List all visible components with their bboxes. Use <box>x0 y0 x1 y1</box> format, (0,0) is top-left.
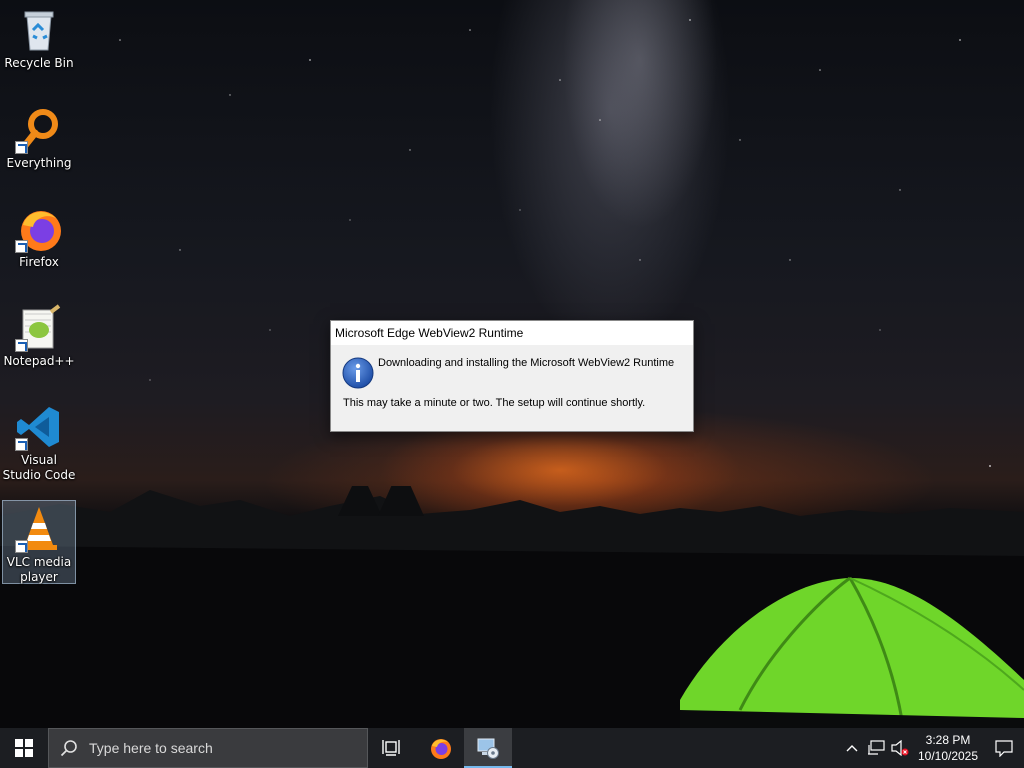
search-icon <box>49 739 89 757</box>
desktop-icon-label: Visual Studio Code <box>2 453 76 482</box>
dialog-body: Downloading and installing the Microsoft… <box>331 345 693 431</box>
desktop-icon-label: Notepad++ <box>3 354 75 368</box>
notifications-icon <box>995 740 1013 757</box>
taskbar: Type here to search 3:28 PM 10/10/2025 <box>0 728 1024 768</box>
firefox-icon <box>431 739 451 759</box>
desktop-icon-label: VLC media player <box>6 555 72 584</box>
firefox-icon <box>15 205 63 253</box>
volume-muted-icon <box>891 740 909 756</box>
network-icon <box>868 740 885 755</box>
desktop-icon-vlc[interactable]: VLC media player <box>2 500 76 584</box>
chevron-up-icon <box>846 745 858 752</box>
volume-button[interactable] <box>888 728 912 768</box>
notepad-plus-plus-icon <box>15 304 63 352</box>
dialog-detail: This may take a minute or two. The setup… <box>343 397 646 409</box>
action-center-button[interactable] <box>984 739 1024 757</box>
everything-search-icon <box>15 106 63 154</box>
shortcut-arrow-icon <box>15 339 28 352</box>
task-view-icon <box>382 740 400 756</box>
desktop-icon-label: Firefox <box>19 255 59 269</box>
shortcut-arrow-icon <box>15 540 28 553</box>
installer-icon <box>477 738 499 759</box>
dialog-title[interactable]: Microsoft Edge WebView2 Runtime <box>331 321 693 345</box>
vlc-icon <box>15 505 63 553</box>
clock-date: 10/10/2025 <box>917 749 979 763</box>
recycle-bin-icon <box>15 6 63 54</box>
taskbar-search-box[interactable]: Type here to search <box>48 728 368 768</box>
tent-illustration <box>680 576 1024 728</box>
taskbar-firefox-button[interactable] <box>416 728 464 768</box>
webview2-installer-dialog[interactable]: Microsoft Edge WebView2 Runtime Download… <box>330 320 694 432</box>
system-tray: 3:28 PM 10/10/2025 <box>840 728 1024 768</box>
desktop-icon-label: Everything <box>6 156 72 170</box>
dialog-message: Downloading and installing the Microsoft… <box>378 357 675 369</box>
taskbar-installer-button[interactable] <box>464 728 512 768</box>
desktop-icon-everything[interactable]: Everything <box>2 102 76 186</box>
desktop-icon-vscode[interactable]: Visual Studio Code <box>2 399 76 489</box>
desktop-icon-notepad-plus-plus[interactable]: Notepad++ <box>2 300 76 384</box>
network-button[interactable] <box>864 728 888 768</box>
start-button[interactable] <box>0 728 48 768</box>
taskbar-clock[interactable]: 3:28 PM 10/10/2025 <box>912 732 984 764</box>
shortcut-arrow-icon <box>15 141 28 154</box>
shortcut-arrow-icon <box>15 240 28 253</box>
desktop-icon-label: Recycle Bin <box>4 56 74 70</box>
clock-time: 3:28 PM <box>925 733 971 747</box>
vscode-icon <box>15 403 63 451</box>
task-view-button[interactable] <box>368 728 416 768</box>
desktop-icon-recycle-bin[interactable]: Recycle Bin <box>2 2 76 86</box>
info-icon <box>342 357 374 389</box>
windows-logo-icon <box>15 739 33 757</box>
desktop-icon-firefox[interactable]: Firefox <box>2 201 76 285</box>
search-placeholder: Type here to search <box>89 740 213 756</box>
show-hidden-icons-button[interactable] <box>840 728 864 768</box>
shortcut-arrow-icon <box>15 438 28 451</box>
